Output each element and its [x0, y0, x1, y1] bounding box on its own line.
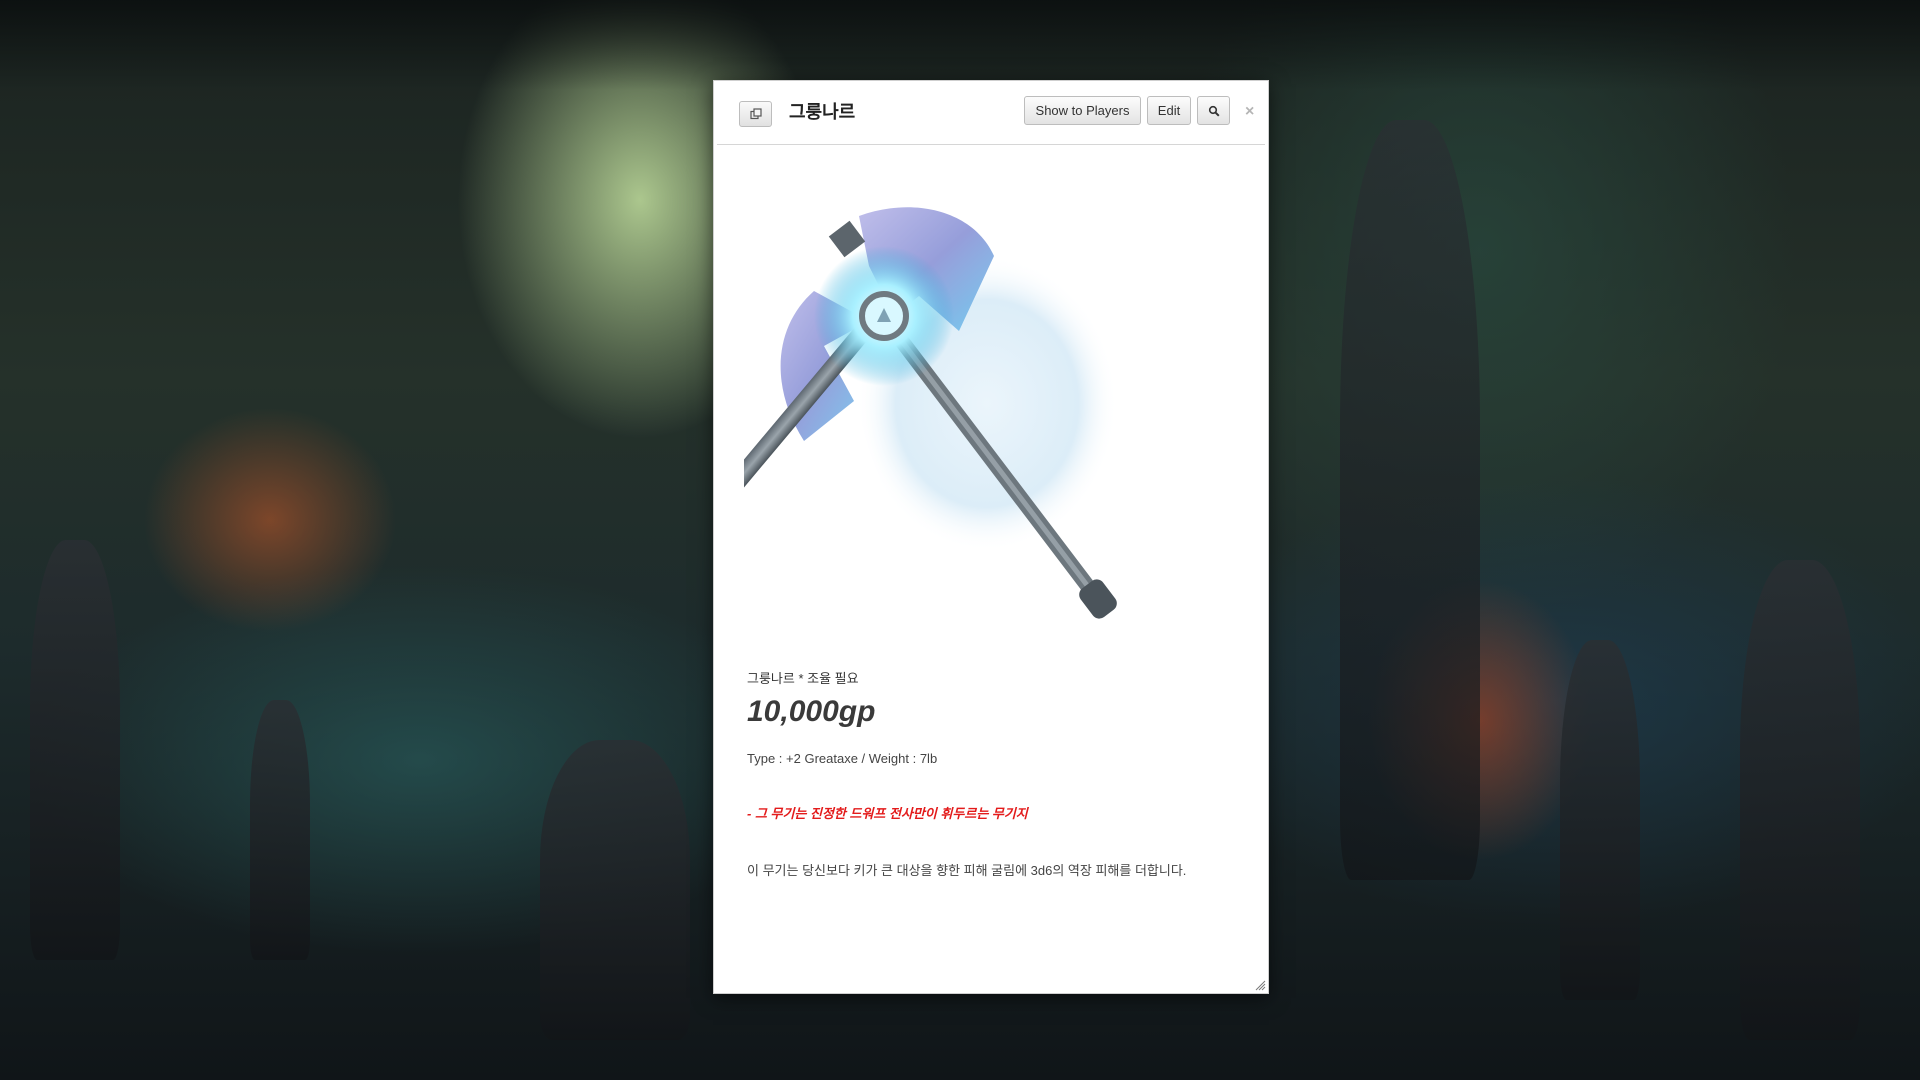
popout-icon — [749, 108, 762, 120]
background-rock — [1560, 640, 1640, 1000]
item-details: 그룽나르 * 조율 필요 10,000gp Type : +2 Greataxe… — [747, 668, 1247, 879]
item-price: 10,000gp — [747, 695, 876, 728]
dialog-titlebar[interactable]: 그룽나르 Show to Players Edit × — [717, 81, 1265, 145]
popout-button[interactable] — [739, 101, 772, 127]
item-description: 이 무기는 당신보다 키가 큰 대상을 향한 피해 굴림에 3d6의 역장 피해… — [747, 863, 1187, 878]
background-cave-top — [0, 0, 1920, 90]
item-handout-dialog: 그룽나르 Show to Players Edit × 그룽나르 * 조율 필요… — [713, 80, 1269, 994]
background-rock — [30, 540, 120, 960]
background-rock — [250, 700, 310, 960]
resize-grip-icon[interactable] — [1254, 979, 1266, 991]
search-icon — [1208, 105, 1220, 117]
item-type-weight: Type : +2 Greataxe / Weight : 7lb — [747, 751, 938, 766]
background-rock — [1340, 120, 1480, 880]
edit-button[interactable]: Edit — [1147, 96, 1191, 125]
show-to-players-button[interactable]: Show to Players — [1024, 96, 1141, 125]
dialog-title: 그룽나르 — [789, 102, 856, 123]
search-button[interactable] — [1197, 96, 1230, 125]
close-icon[interactable]: × — [1245, 103, 1254, 121]
item-flavor-text: - 그 무기는 진정한 드워프 전사만이 휘두르는 무기지 — [747, 806, 1028, 821]
background-rock — [540, 740, 690, 1040]
item-artwork — [744, 207, 1118, 619]
background-rock — [1740, 560, 1860, 1040]
item-subtitle: 그룽나르 * 조율 필요 — [747, 671, 859, 686]
